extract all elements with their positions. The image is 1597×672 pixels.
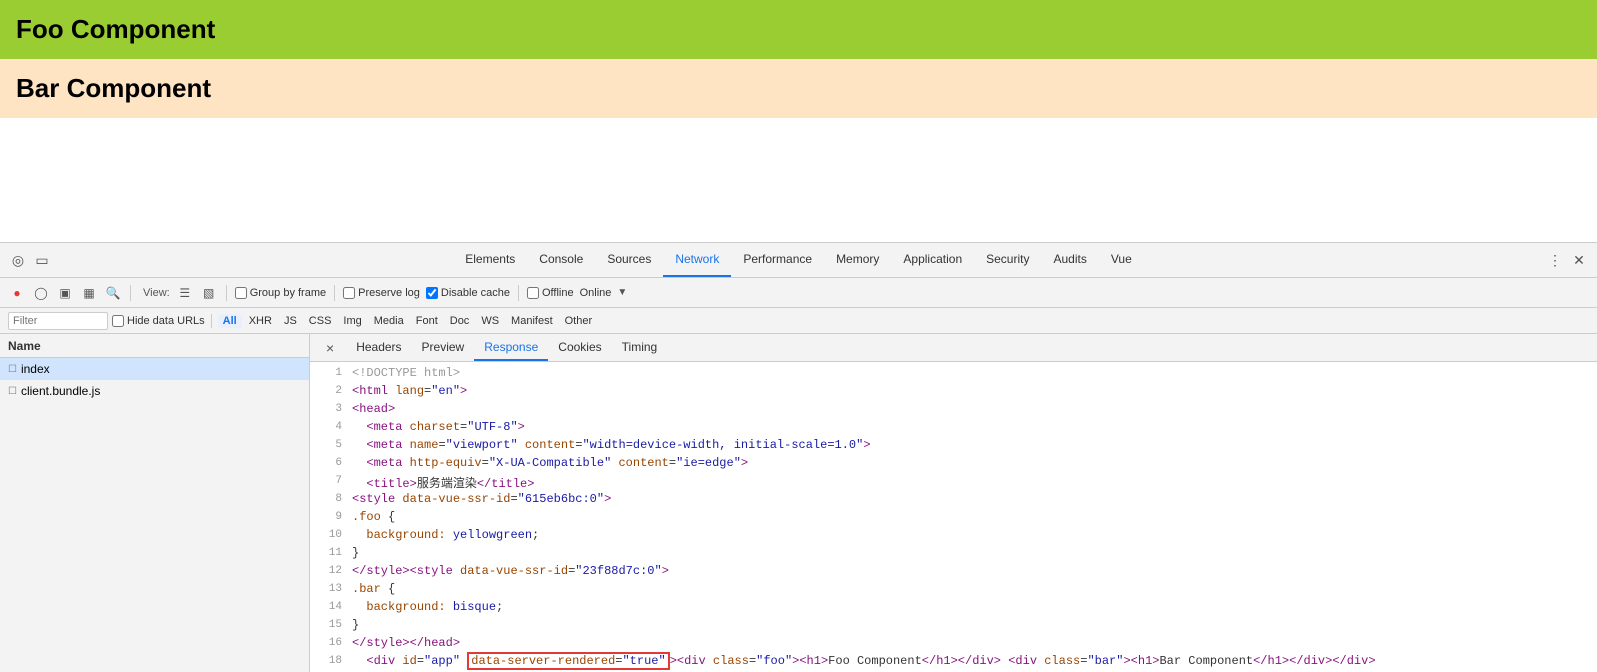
- code-line-9: 9 .foo {: [310, 510, 1597, 528]
- file-list-items: ☐ index ☐ client.bundle.js: [0, 358, 309, 672]
- separator3: [334, 285, 335, 301]
- code-line-10: 10 background: yellowgreen;: [310, 528, 1597, 546]
- disable-cache-checkbox[interactable]: [426, 287, 438, 299]
- file-checkbox-icon2: ☐: [8, 386, 17, 397]
- separator: [130, 285, 131, 301]
- file-item-client-bundle[interactable]: ☐ client.bundle.js: [0, 380, 309, 402]
- disable-cache-option[interactable]: Disable cache: [426, 287, 510, 299]
- separator2: [226, 285, 227, 301]
- code-line-5: 5 <meta name="viewport" content="width=d…: [310, 438, 1597, 456]
- filter-type-xhr[interactable]: XHR: [244, 314, 277, 328]
- panel-close-button[interactable]: ×: [318, 340, 342, 356]
- separator4: [518, 285, 519, 301]
- tab-application[interactable]: Application: [891, 243, 974, 277]
- network-toolbar: ● ◯ ▣ ▦ 🔍 View: ☰ ▧ Group by frame Prese…: [0, 278, 1597, 308]
- code-line-14: 14 background: bisque;: [310, 600, 1597, 618]
- tab-elements[interactable]: Elements: [453, 243, 527, 277]
- filter-type-other[interactable]: Other: [560, 314, 598, 328]
- offline-checkbox[interactable]: [527, 287, 539, 299]
- code-line-1: 1 <!DOCTYPE html>: [310, 366, 1597, 384]
- filter-type-media[interactable]: Media: [369, 314, 409, 328]
- tab-audits[interactable]: Audits: [1041, 243, 1098, 277]
- code-view[interactable]: 1 <!DOCTYPE html> 2 <html lang="en"> 3 <…: [310, 362, 1597, 672]
- network-throttle-dropdown[interactable]: ▼: [617, 287, 627, 298]
- tab-console[interactable]: Console: [527, 243, 595, 277]
- clear-button[interactable]: ◯: [32, 284, 50, 302]
- filter-bar: Hide data URLs All XHR JS CSS Img Media …: [0, 308, 1597, 334]
- record-button[interactable]: ●: [8, 284, 26, 302]
- hide-data-urls-checkbox[interactable]: [112, 315, 124, 327]
- preserve-log-checkbox[interactable]: [343, 287, 355, 299]
- code-line-3: 3 <head>: [310, 402, 1597, 420]
- filter-type-doc[interactable]: Doc: [445, 314, 475, 328]
- code-line-11: 11 }: [310, 546, 1597, 564]
- capture-screenshots-icon[interactable]: ▣: [56, 284, 74, 302]
- network-main: Name ☐ index ☐ client.bundle.js × Header…: [0, 334, 1597, 672]
- hide-data-urls-option[interactable]: Hide data URLs: [112, 315, 205, 327]
- filter-type-manifest[interactable]: Manifest: [506, 314, 558, 328]
- search-icon[interactable]: 🔍: [104, 284, 122, 302]
- file-list: Name ☐ index ☐ client.bundle.js: [0, 334, 310, 672]
- filter-icon[interactable]: ▦: [80, 284, 98, 302]
- tab-performance[interactable]: Performance: [731, 243, 824, 277]
- code-line-2: 2 <html lang="en">: [310, 384, 1597, 402]
- code-line-8: 8 <style data-vue-ssr-id="615eb6bc:0">: [310, 492, 1597, 510]
- inspect-element-icon[interactable]: ◎: [8, 250, 28, 270]
- panel-tab-headers[interactable]: Headers: [346, 334, 411, 361]
- filter-type-ws[interactable]: WS: [476, 314, 504, 328]
- list-view-icon[interactable]: ☰: [176, 284, 194, 302]
- filter-sep: [211, 314, 212, 328]
- file-checkbox-icon: ☐: [8, 364, 17, 375]
- tab-sources[interactable]: Sources: [595, 243, 663, 277]
- filter-type-css[interactable]: CSS: [304, 314, 337, 328]
- waterfall-view-icon[interactable]: ▧: [200, 284, 218, 302]
- devtools-panel: ◎ ▭ Elements Console Sources Network Per…: [0, 242, 1597, 672]
- devtools-topbar: ◎ ▭ Elements Console Sources Network Per…: [0, 243, 1597, 278]
- code-line-12: 12 </style><style data-vue-ssr-id="23f88…: [310, 564, 1597, 582]
- response-panel: × Headers Preview Response Cookies Timin…: [310, 334, 1597, 672]
- panel-tab-timing[interactable]: Timing: [612, 334, 668, 361]
- tab-memory[interactable]: Memory: [824, 243, 891, 277]
- filter-type-font[interactable]: Font: [411, 314, 443, 328]
- filter-type-img[interactable]: Img: [338, 314, 366, 328]
- group-by-frame-option[interactable]: Group by frame: [235, 287, 326, 299]
- page-content: Foo Component Bar Component: [0, 0, 1597, 118]
- file-item-index[interactable]: ☐ index: [0, 358, 309, 380]
- file-list-header: Name: [0, 334, 309, 358]
- code-line-7: 7 <title>服务端渲染</title>: [310, 474, 1597, 492]
- tab-security[interactable]: Security: [974, 243, 1041, 277]
- more-options-icon[interactable]: ⋮: [1545, 250, 1565, 270]
- code-line-15: 15 }: [310, 618, 1597, 636]
- panel-tab-response[interactable]: Response: [474, 334, 548, 361]
- code-line-18: 18 <div id="app" data-server-rendered="t…: [310, 654, 1597, 672]
- filter-type-all[interactable]: All: [218, 314, 242, 328]
- device-mode-icon[interactable]: ▭: [32, 250, 52, 270]
- bar-component: Bar Component: [0, 59, 1597, 118]
- offline-option[interactable]: Offline: [527, 287, 574, 299]
- foo-component: Foo Component: [0, 0, 1597, 59]
- panel-tab-cookies[interactable]: Cookies: [548, 334, 611, 361]
- filter-types: All XHR JS CSS Img Media Font Doc WS Man…: [218, 314, 597, 328]
- close-devtools-icon[interactable]: ✕: [1569, 250, 1589, 270]
- tab-network[interactable]: Network: [663, 243, 731, 277]
- tab-vue[interactable]: Vue: [1099, 243, 1144, 277]
- panel-tabs: × Headers Preview Response Cookies Timin…: [310, 334, 1597, 362]
- filter-input[interactable]: [8, 312, 108, 330]
- code-line-4: 4 <meta charset="UTF-8">: [310, 420, 1597, 438]
- code-line-6: 6 <meta http-equiv="X-UA-Compatible" con…: [310, 456, 1597, 474]
- devtools-action-icons: ⋮ ✕: [1545, 250, 1589, 270]
- preserve-log-option[interactable]: Preserve log: [343, 287, 420, 299]
- group-by-frame-checkbox[interactable]: [235, 287, 247, 299]
- view-label: View:: [143, 287, 170, 299]
- filter-type-js[interactable]: JS: [279, 314, 302, 328]
- devtools-tabs: Elements Console Sources Network Perform…: [453, 243, 1144, 277]
- panel-tab-preview[interactable]: Preview: [412, 334, 475, 361]
- code-line-13: 13 .bar {: [310, 582, 1597, 600]
